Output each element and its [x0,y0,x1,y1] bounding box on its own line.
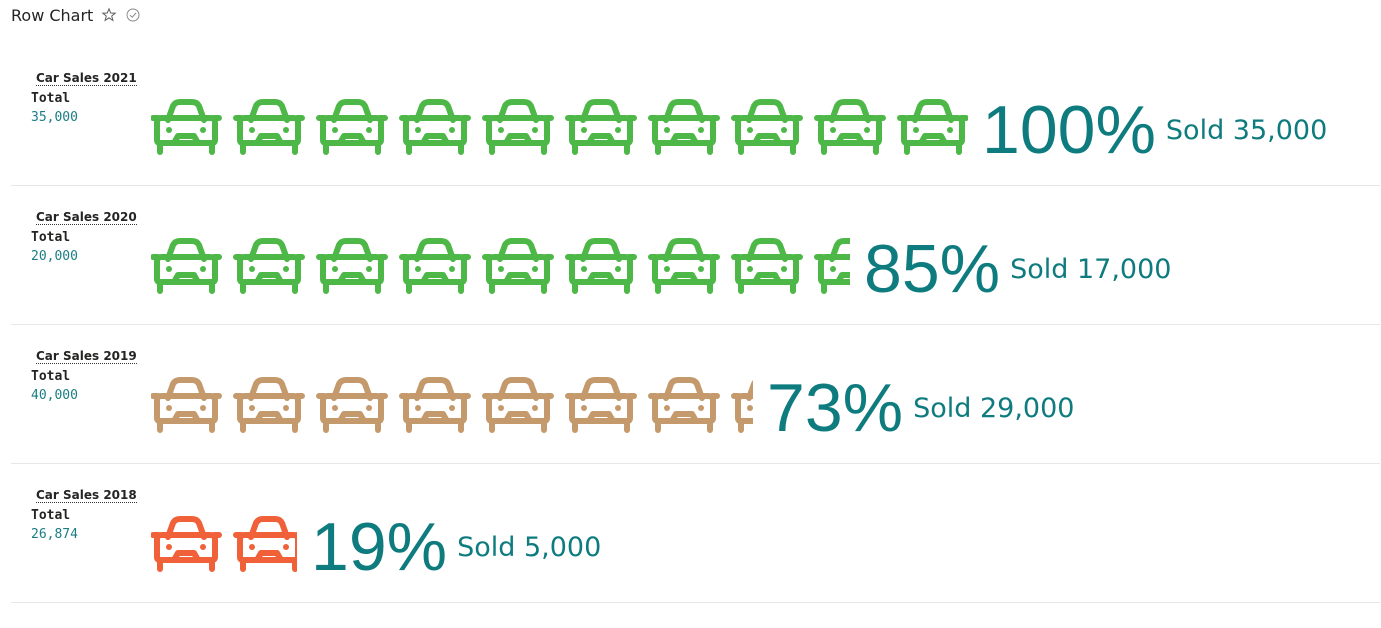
car-icon [648,238,720,294]
car-icon [814,99,886,155]
car-icon [151,238,222,294]
total-value: 26,874 [31,527,78,542]
car-icon [151,377,222,433]
chart-row[interactable]: Car Sales 2020 Total 20,000 85% Sold 17,… [11,186,1380,325]
car-icon [731,99,803,155]
car-icon [565,377,637,433]
sold-label: Sold 5,000 [457,532,602,563]
car-icon [233,377,305,433]
car-icon [731,380,753,433]
car-icon [731,238,803,294]
car-icon [399,99,471,155]
row-label: Car Sales 2019 [36,349,137,364]
total-label: Total [31,91,71,106]
car-icon [316,377,388,433]
total-value: 20,000 [31,249,78,264]
car-icon [316,99,388,155]
chart-row[interactable]: Car Sales 2019 Total 40,000 73% Sold 29,… [11,325,1380,464]
row-label: Car Sales 2021 [36,71,137,86]
visual-header: Row Chart [11,3,141,27]
car-icon [316,238,388,294]
star-outline-icon[interactable] [101,7,117,23]
page-title: Row Chart [11,5,94,25]
car-icons-strip [151,375,753,435]
total-value: 35,000 [31,110,78,125]
percent-label: 85% [864,231,1001,307]
car-icon [648,99,720,155]
car-icon [399,238,471,294]
car-icon [565,238,637,294]
car-icon [233,516,297,572]
sold-label: Sold 17,000 [1010,254,1172,285]
percent-label: 73% [767,370,904,446]
car-icon [897,99,968,155]
total-label: Total [31,508,71,523]
check-circle-icon[interactable] [125,7,141,23]
chart-row[interactable]: Car Sales 2018 Total 26,874 19% Sold 5,0… [11,464,1380,603]
car-icon [233,238,305,294]
car-icon [814,238,850,294]
total-label: Total [31,369,71,384]
car-icon [399,377,471,433]
car-icon [482,99,554,155]
car-icon [482,238,554,294]
car-icon [565,99,637,155]
car-icon-group [151,99,968,155]
car-icons-strip [151,514,297,574]
sold-label: Sold 35,000 [1165,115,1328,146]
car-icon [151,516,222,572]
car-icon-group [151,238,850,294]
car-icons-strip [151,97,968,157]
car-icon-group [151,377,753,433]
car-icon [482,377,554,433]
total-label: Total [31,230,71,245]
car-icons-strip [151,236,850,296]
total-value: 40,000 [31,388,78,403]
row-label: Car Sales 2018 [36,488,137,503]
sold-label: Sold 29,000 [913,393,1075,424]
car-icon [233,99,305,155]
car-icon [151,99,222,155]
car-icon-group [151,516,297,572]
car-icon [648,377,720,433]
row-label: Car Sales 2020 [36,210,137,225]
percent-label: 19% [311,509,448,585]
chart-row[interactable]: Car Sales 2021 Total 35,000 100% Sold 35… [11,47,1380,186]
percent-label: 100% [982,92,1156,168]
